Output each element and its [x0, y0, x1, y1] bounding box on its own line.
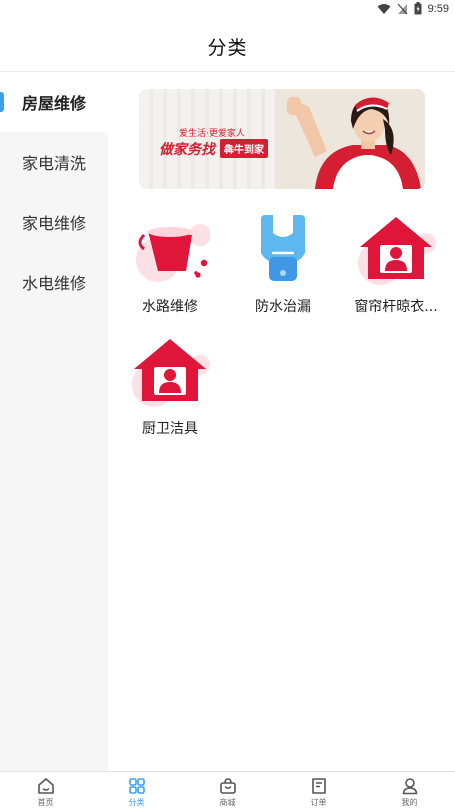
house-person-icon — [358, 217, 436, 285]
banner-worker-image — [275, 89, 425, 189]
tab-home[interactable]: 首页 — [0, 772, 91, 810]
status-time: 9:59 — [427, 2, 449, 15]
status-icons: 9:59 — [377, 2, 449, 15]
category-sidebar: 房屋维修 家电清洗 家电维修 水电维修 — [0, 72, 108, 771]
shopping-bag-icon — [219, 778, 236, 794]
order-icon — [311, 778, 326, 794]
tab-shop[interactable]: 商城 — [182, 772, 273, 810]
service-label: 防水治漏 — [255, 299, 311, 315]
wifi-icon — [377, 3, 391, 14]
tab-orders[interactable]: 订单 — [273, 772, 364, 810]
sidebar-item-label: 家电维修 — [22, 214, 87, 233]
page-header: 分类 — [0, 22, 455, 72]
tab-label: 首页 — [37, 798, 54, 807]
wrench-icon — [261, 215, 305, 281]
profile-icon — [402, 778, 417, 795]
banner-brand-badge: 犇牛到家 — [220, 139, 268, 158]
tab-label: 订单 — [310, 798, 327, 807]
service-item-water-repair[interactable]: 水路维修 — [118, 205, 222, 325]
service-label: 水路维修 — [142, 299, 198, 315]
tab-label: 分类 — [128, 798, 145, 807]
battery-icon — [414, 2, 422, 15]
promo-banner[interactable]: 爱生活·更爱家人 做家务找 犇牛到家 — [139, 89, 425, 189]
service-item-curtain-rod[interactable]: 窗帘杆晾衣... — [344, 205, 448, 325]
signal-icon — [397, 3, 408, 14]
service-label: 厨卫洁具 — [142, 421, 198, 437]
service-item-kitchen-bath[interactable]: 厨卫洁具 — [118, 327, 222, 447]
tab-label: 我的 — [401, 798, 418, 807]
sidebar-item-appliance-cleaning[interactable]: 家电清洗 — [0, 132, 108, 192]
sidebar-item-house-repair[interactable]: 房屋维修 — [0, 72, 108, 132]
sidebar-item-appliance-repair[interactable]: 家电维修 — [0, 192, 108, 252]
tab-category[interactable]: 分类 — [91, 772, 182, 810]
service-item-waterproof[interactable]: 防水治漏 — [231, 205, 335, 325]
sidebar-item-label: 房屋维修 — [22, 94, 87, 113]
service-label: 窗帘杆晾衣... — [354, 299, 438, 315]
bottom-tab-bar: 首页 分类 商城 订单 我的 — [0, 771, 455, 810]
banner-slogan-small: 爱生活·更爱家人 — [179, 129, 245, 139]
banner-slogan-big: 做家务找 — [159, 142, 215, 158]
category-grid-icon — [128, 778, 145, 794]
status-bar: 9:59 — [0, 0, 455, 22]
page-title: 分类 — [207, 37, 248, 59]
water-bucket-icon — [136, 224, 210, 282]
tab-profile[interactable]: 我的 — [364, 772, 455, 810]
sidebar-item-label: 家电清洗 — [22, 154, 87, 173]
sidebar-item-label: 水电维修 — [22, 274, 87, 293]
sidebar-item-plumbing-electrical[interactable]: 水电维修 — [0, 252, 108, 312]
tab-label: 商城 — [219, 798, 236, 807]
home-icon — [37, 778, 54, 794]
house-person-icon — [132, 339, 210, 407]
